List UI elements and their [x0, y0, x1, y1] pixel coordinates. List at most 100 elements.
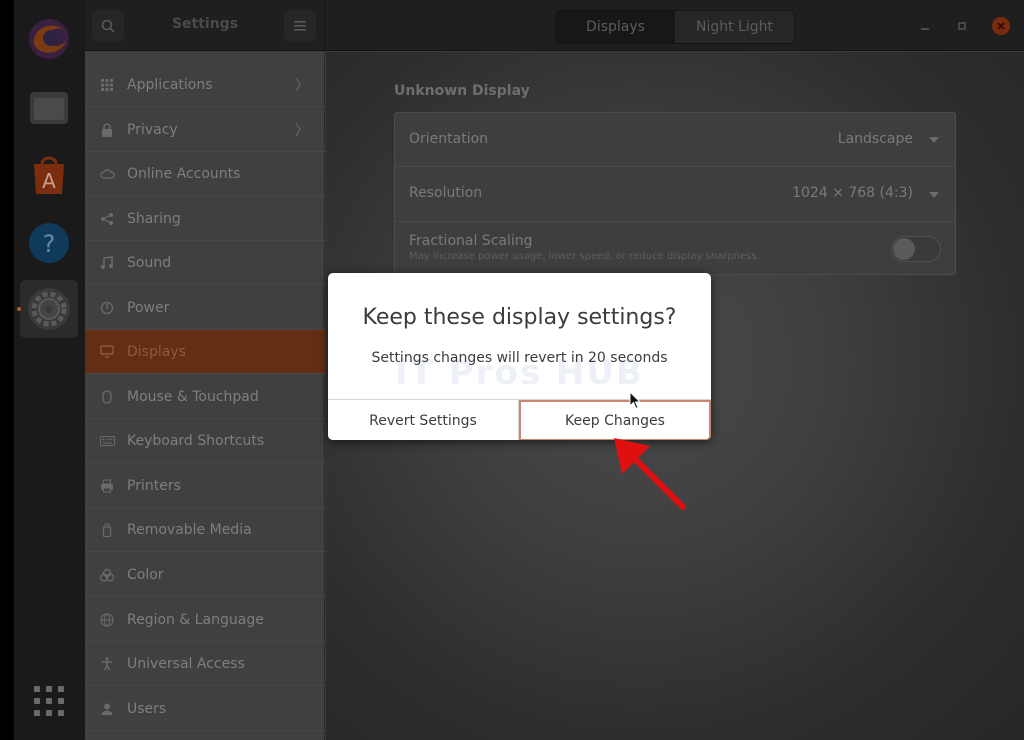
keyboard-icon [99, 433, 115, 449]
sidebar-item-label: Displays [127, 343, 186, 360]
chevron-right-icon: 〉 [295, 77, 309, 94]
sidebar-item-sound[interactable]: Sound [85, 241, 325, 285]
sidebar-item-label: Sharing [127, 210, 181, 227]
annotation-arrow-icon [614, 438, 686, 510]
dock: A ? [14, 0, 85, 740]
mouse-cursor-icon [629, 391, 642, 410]
search-button[interactable] [92, 10, 124, 42]
search-icon [101, 19, 115, 33]
show-applications-button[interactable] [20, 672, 78, 730]
sidebar-item-privacy[interactable]: Privacy 〉 [85, 108, 325, 152]
lock-icon [99, 122, 115, 138]
sidebar-item-online-accounts[interactable]: Online Accounts [85, 152, 325, 196]
sidebar-item-applications[interactable]: Applications 〉 [85, 63, 325, 107]
cloud-icon [99, 166, 115, 182]
hamburger-icon [294, 21, 306, 31]
sidebar-item-label: Keyboard Shortcuts [127, 432, 265, 449]
sidebar-item-displays[interactable]: Displays [85, 330, 325, 374]
resolution-row[interactable]: Resolution 1024 × 768 (4:3) [395, 167, 955, 222]
power-icon [99, 300, 115, 316]
sidebar-item-label: Users [127, 700, 167, 717]
color-icon [99, 567, 115, 583]
music-note-icon [99, 255, 115, 271]
settings-sidebar: Applications 〉 Privacy 〉 Online Accounts… [85, 52, 325, 740]
maximize-button[interactable] [953, 17, 971, 35]
firefox-launcher[interactable] [20, 10, 78, 68]
sidebar-item-label: Privacy [127, 121, 178, 138]
switch-knob [893, 238, 915, 260]
svg-text:A: A [42, 169, 56, 193]
dialog-title: Keep these display settings? [362, 305, 677, 330]
settings-launcher[interactable] [20, 280, 78, 338]
settings-icon [28, 288, 70, 330]
firefox-icon [29, 19, 69, 59]
header-bar: Settings Displays Night Light [85, 0, 1024, 51]
sidebar-item-label: Region & Language [127, 611, 264, 628]
sidebar-item-users[interactable]: Users [85, 687, 325, 731]
view-switcher: Displays Night Light [555, 10, 795, 44]
sidebar-item-label: Online Accounts [127, 165, 241, 182]
sidebar-item-label: Applications [127, 76, 213, 93]
sidebar-item-mouse-touchpad[interactable]: Mouse & Touchpad [85, 375, 325, 419]
users-icon [99, 701, 115, 717]
keep-settings-dialog: IT Pros HUB Keep these display settings?… [328, 273, 711, 440]
sidebar-item-label: Power [127, 299, 170, 316]
minimize-icon [921, 28, 929, 30]
minimize-button[interactable] [916, 17, 934, 35]
window-title: Settings [171, 16, 239, 32]
resolution-label: Resolution [409, 185, 483, 201]
running-indicator [17, 307, 21, 311]
accessibility-icon [99, 656, 115, 672]
sidebar-item-label: Sound [127, 254, 172, 271]
sidebar-item-label: Removable Media [127, 521, 252, 538]
display-icon [99, 344, 115, 360]
sidebar-item-region-language[interactable]: Region & Language [85, 598, 325, 642]
menu-button[interactable] [284, 10, 316, 42]
tab-night-light[interactable]: Night Light [675, 11, 794, 43]
fractional-scaling-switch[interactable] [891, 236, 941, 262]
help-icon: ? [29, 223, 69, 263]
sidebar-item-label: Mouse & Touchpad [127, 388, 259, 405]
maximize-icon [958, 22, 966, 30]
help-launcher[interactable]: ? [20, 214, 78, 272]
usb-icon [99, 522, 115, 538]
dropdown-arrow-icon [929, 192, 939, 198]
sidebar-item-color[interactable]: Color [85, 553, 325, 597]
apps-grid-icon [99, 77, 115, 93]
display-settings-list: Orientation Landscape Resolution 1024 × … [394, 112, 956, 275]
fractional-scaling-row: Fractional Scaling May increase power us… [395, 222, 955, 274]
sidebar-item-removable-media[interactable]: Removable Media [85, 508, 325, 552]
revert-settings-button[interactable]: Revert Settings [328, 400, 519, 440]
sidebar-item-printers[interactable]: Printers [85, 464, 325, 508]
chevron-right-icon: 〉 [295, 122, 309, 139]
fractional-scaling-label: Fractional Scaling [409, 233, 533, 249]
dropdown-arrow-icon [929, 137, 939, 143]
sidebar-item-power[interactable]: Power [85, 286, 325, 330]
sidebar-item-universal-access[interactable]: Universal Access [85, 642, 325, 686]
resolution-value: 1024 × 768 (4:3) [792, 185, 913, 201]
header-left: Settings [85, 0, 325, 51]
files-icon [30, 92, 68, 124]
close-button[interactable] [992, 17, 1010, 35]
svg-text:?: ? [43, 230, 56, 258]
share-icon [99, 211, 115, 227]
files-launcher[interactable] [20, 78, 78, 136]
globe-icon [99, 612, 115, 628]
software-icon: A [34, 156, 64, 194]
fractional-scaling-description: May increase power usage, lower speed, o… [409, 251, 760, 262]
display-name-heading: Unknown Display [394, 83, 530, 99]
printer-icon [99, 478, 115, 494]
orientation-label: Orientation [409, 131, 489, 147]
mouse-icon [99, 389, 115, 405]
orientation-row[interactable]: Orientation Landscape [395, 113, 955, 167]
close-icon [997, 22, 1005, 30]
sidebar-item-label: Printers [127, 477, 181, 494]
sidebar-item-label: Universal Access [127, 655, 245, 672]
sidebar-item-keyboard-shortcuts[interactable]: Keyboard Shortcuts [85, 419, 325, 463]
app-grid-icon [34, 686, 64, 716]
tab-displays[interactable]: Displays [556, 11, 675, 43]
dialog-message: Settings changes will revert in 20 secon… [371, 350, 668, 366]
sidebar-item-sharing[interactable]: Sharing [85, 197, 325, 241]
software-launcher[interactable]: A [20, 146, 78, 204]
orientation-value: Landscape [837, 131, 913, 147]
